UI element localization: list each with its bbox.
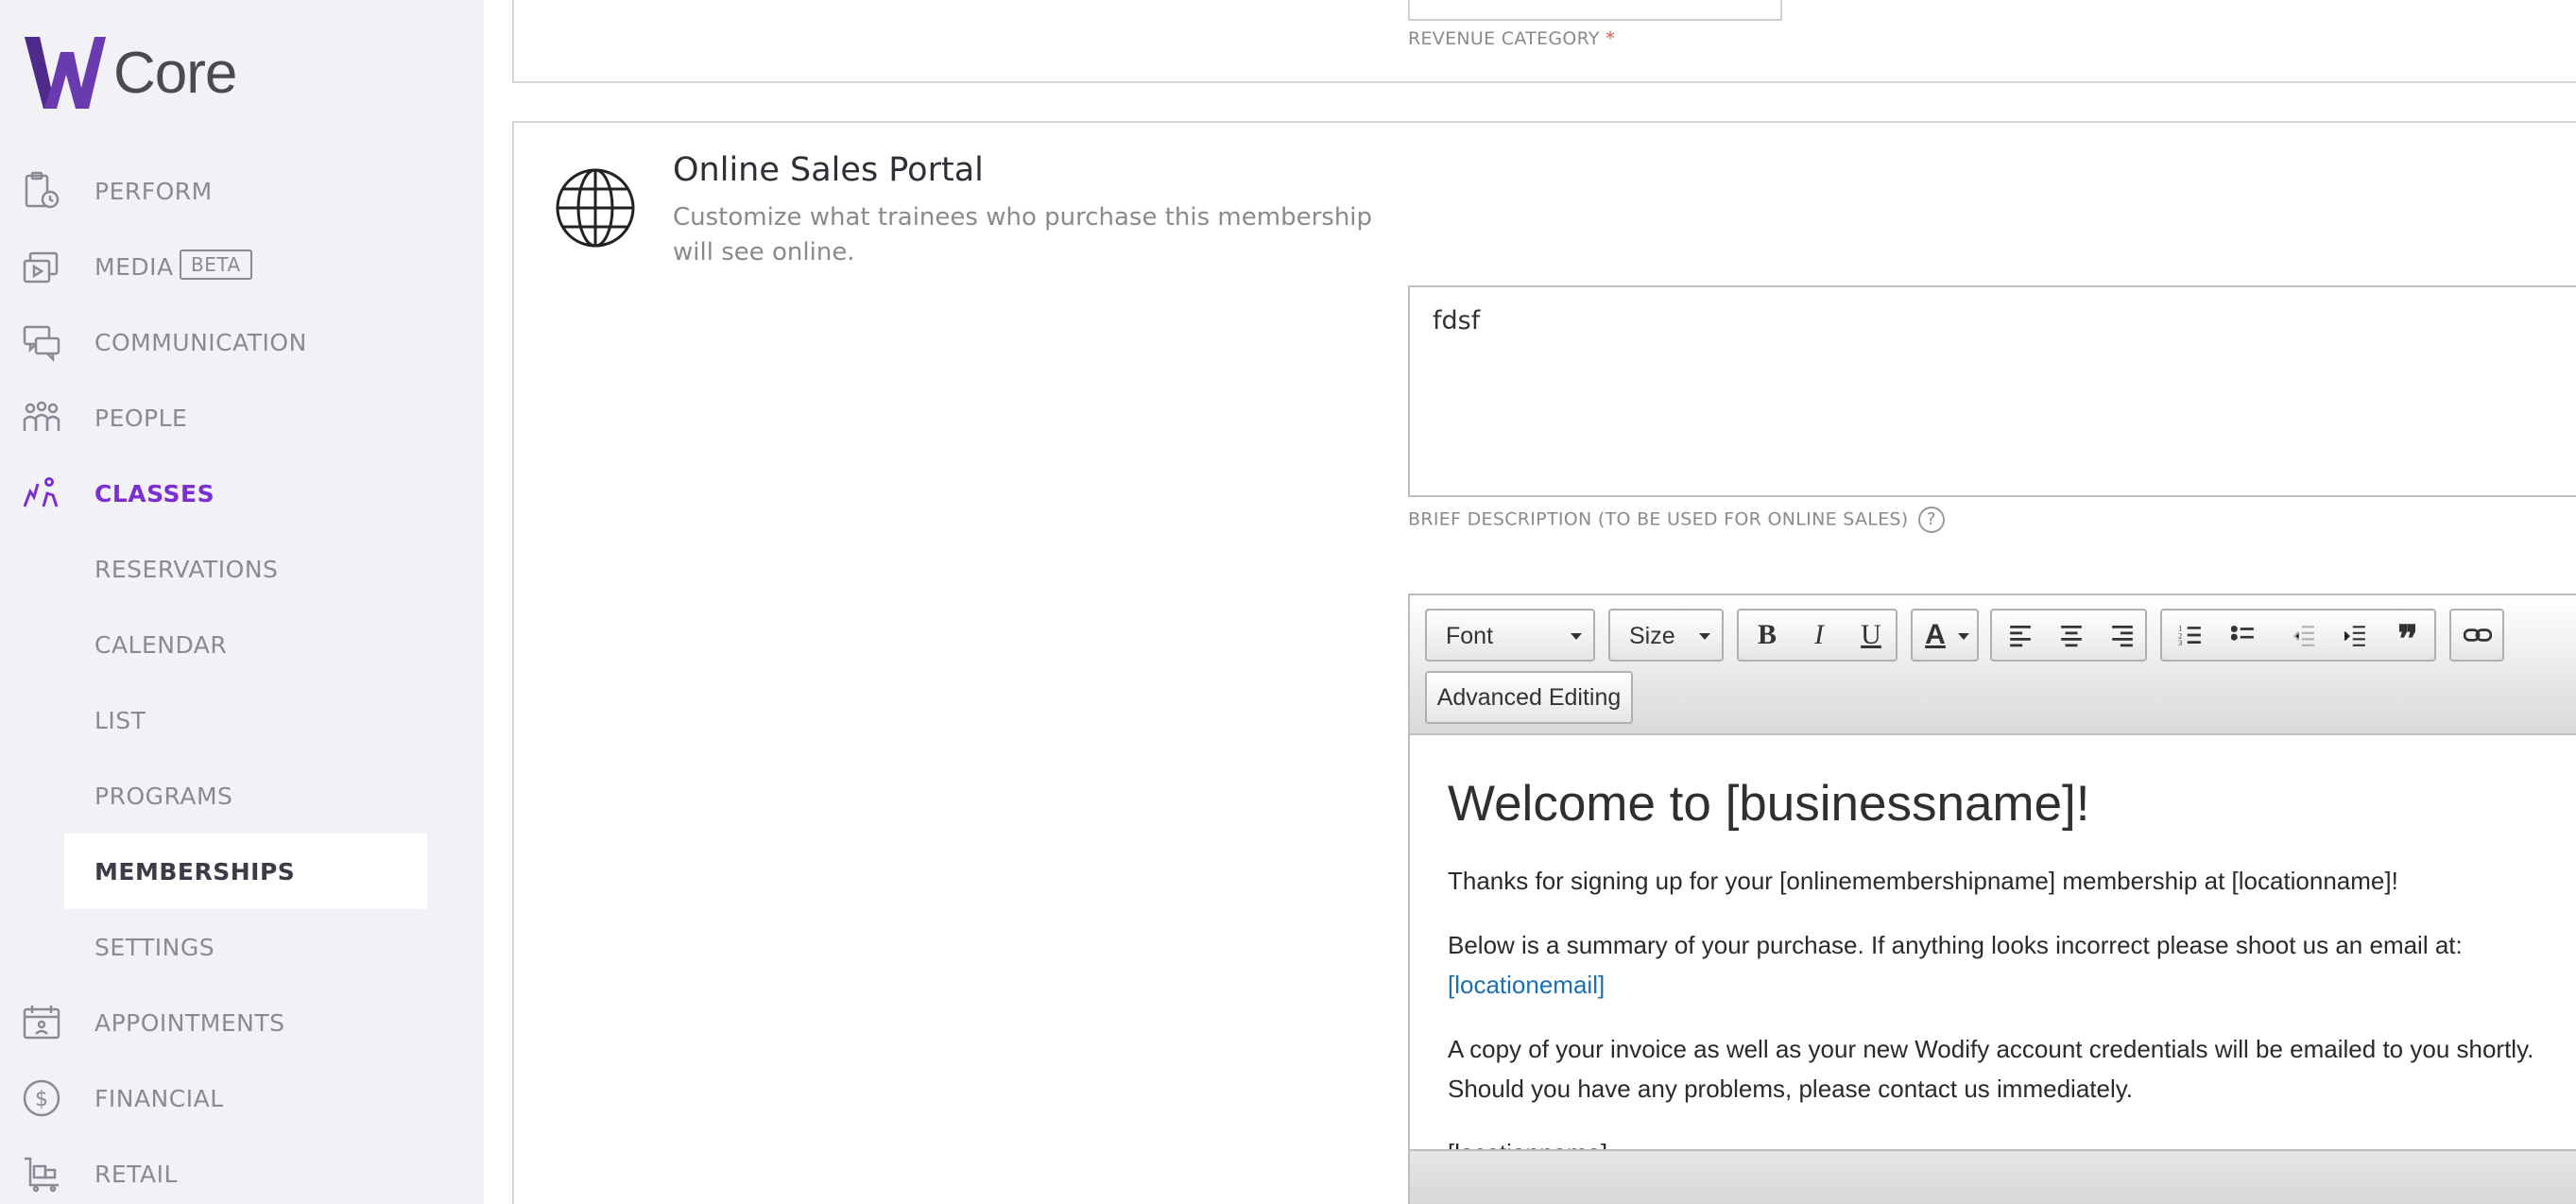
editor-content[interactable]: Welcome to [businessname]! Thanks for si… <box>1410 737 2576 1149</box>
editor-toolbar: Font Size B I U A 1 2 3 ❞ Advanced Editi… <box>1410 595 2576 735</box>
location-email-link[interactable]: [locationemail] <box>1448 971 1605 999</box>
chevron-down-icon <box>1571 633 1582 640</box>
app-logo[interactable]: Core <box>23 32 237 113</box>
svg-text:3: 3 <box>2178 638 2182 647</box>
underline-button[interactable]: U <box>1845 611 1898 660</box>
nav-appointments[interactable]: APPOINTMENTS <box>0 985 484 1060</box>
nav-retail[interactable]: RETAIL <box>0 1136 484 1204</box>
media-icon <box>21 246 62 287</box>
chevron-down-icon <box>1699 633 1710 640</box>
people-icon <box>21 397 62 439</box>
content-paragraph: [locationname] <box>1448 1133 2559 1149</box>
link-button[interactable] <box>2449 609 2504 662</box>
section-description: Customize what trainees who purchase thi… <box>673 203 1373 267</box>
editor-statusbar <box>1410 1149 2576 1204</box>
italic-button[interactable]: I <box>1793 611 1846 660</box>
retail-icon <box>21 1153 62 1195</box>
text-color-button[interactable]: A <box>1911 609 1979 662</box>
brief-description-textarea[interactable]: fdsf <box>1408 285 2576 497</box>
content-paragraph: Thanks for signing up for your [onlineme… <box>1448 867 2398 895</box>
content-heading: Welcome to [businessname]! <box>1448 776 2090 832</box>
bullet-list-icon[interactable] <box>2217 611 2270 660</box>
size-dropdown[interactable]: Size <box>1608 609 1724 662</box>
chevron-down-icon <box>1958 633 1969 640</box>
online-sales-portal-panel: Online Sales Portal Customize what train… <box>512 121 2576 1204</box>
align-right-icon[interactable] <box>2096 611 2149 660</box>
financial-icon: $ <box>21 1077 62 1119</box>
revenue-panel: REVENUE CATEGORY * <box>512 0 2576 83</box>
rich-text-editor: Font Size B I U A 1 2 3 ❞ Advanced Editi… <box>1408 593 2576 1204</box>
classes-icon <box>21 473 62 514</box>
globe-icon <box>556 168 635 248</box>
blockquote-icon[interactable]: ❞ <box>2381 611 2434 661</box>
wodify-logo-icon <box>25 37 106 109</box>
subnav-calendar[interactable]: CALENDAR <box>64 607 427 682</box>
brief-description-value: fdsf <box>1433 306 1481 335</box>
subnav-reservations[interactable]: RESERVATIONS <box>64 531 427 607</box>
subnav-programs[interactable]: PROGRAMS <box>64 758 427 834</box>
perform-icon <box>21 170 62 212</box>
bold-button[interactable]: B <box>1741 611 1794 660</box>
advanced-editing-button[interactable]: Advanced Editing <box>1425 671 1633 724</box>
app-name: Core <box>113 40 237 106</box>
nav-communication[interactable]: COMMUNICATION <box>0 304 484 380</box>
subnav-memberships[interactable]: MEMBERSHIPS <box>64 834 427 909</box>
help-icon[interactable]: ? <box>1917 507 1945 533</box>
font-dropdown[interactable]: Font <box>1425 609 1595 662</box>
nav-financial[interactable]: $ FINANCIAL <box>0 1060 484 1136</box>
align-group <box>1990 609 2147 662</box>
sidebar: Core PERFORM MEDIA BETA COMMUNICATION PE… <box>0 0 484 1204</box>
subnav-settings[interactable]: SETTINGS <box>64 909 427 985</box>
appointments-icon <box>21 1002 62 1043</box>
brief-description-label: BRIEF DESCRIPTION (TO BE USED FOR ONLINE… <box>1408 507 1945 533</box>
nav-perform[interactable]: PERFORM <box>0 153 484 229</box>
link-icon <box>2451 611 2504 660</box>
align-left-icon[interactable] <box>1994 611 2047 660</box>
nav-media[interactable]: MEDIA BETA <box>0 229 484 304</box>
text-color-icon: A <box>1925 619 1946 650</box>
format-group: B I U <box>1737 609 1898 662</box>
communication-icon <box>21 321 62 363</box>
content-paragraph: Below is a summary of your purchase. If … <box>1448 931 2463 999</box>
list-group: 123 ❞ <box>2160 609 2436 662</box>
svg-text:$: $ <box>35 1088 48 1111</box>
indent-icon[interactable] <box>2328 611 2381 660</box>
nav-people[interactable]: PEOPLE <box>0 380 484 456</box>
content-paragraph: A copy of your invoice as well as your n… <box>1448 1035 2534 1103</box>
section-title: Online Sales Portal <box>673 151 984 189</box>
revenue-category-label: REVENUE CATEGORY * <box>1408 28 1615 49</box>
revenue-category-select[interactable] <box>1408 0 1782 21</box>
nav-classes[interactable]: CLASSES <box>0 456 484 531</box>
subnav-list[interactable]: LIST <box>64 682 427 758</box>
ordered-list-icon[interactable]: 123 <box>2164 611 2217 660</box>
align-center-icon[interactable] <box>2045 611 2098 660</box>
beta-badge: BETA <box>180 249 252 280</box>
required-mark: * <box>1606 28 1615 49</box>
outdent-icon[interactable] <box>2277 611 2330 660</box>
